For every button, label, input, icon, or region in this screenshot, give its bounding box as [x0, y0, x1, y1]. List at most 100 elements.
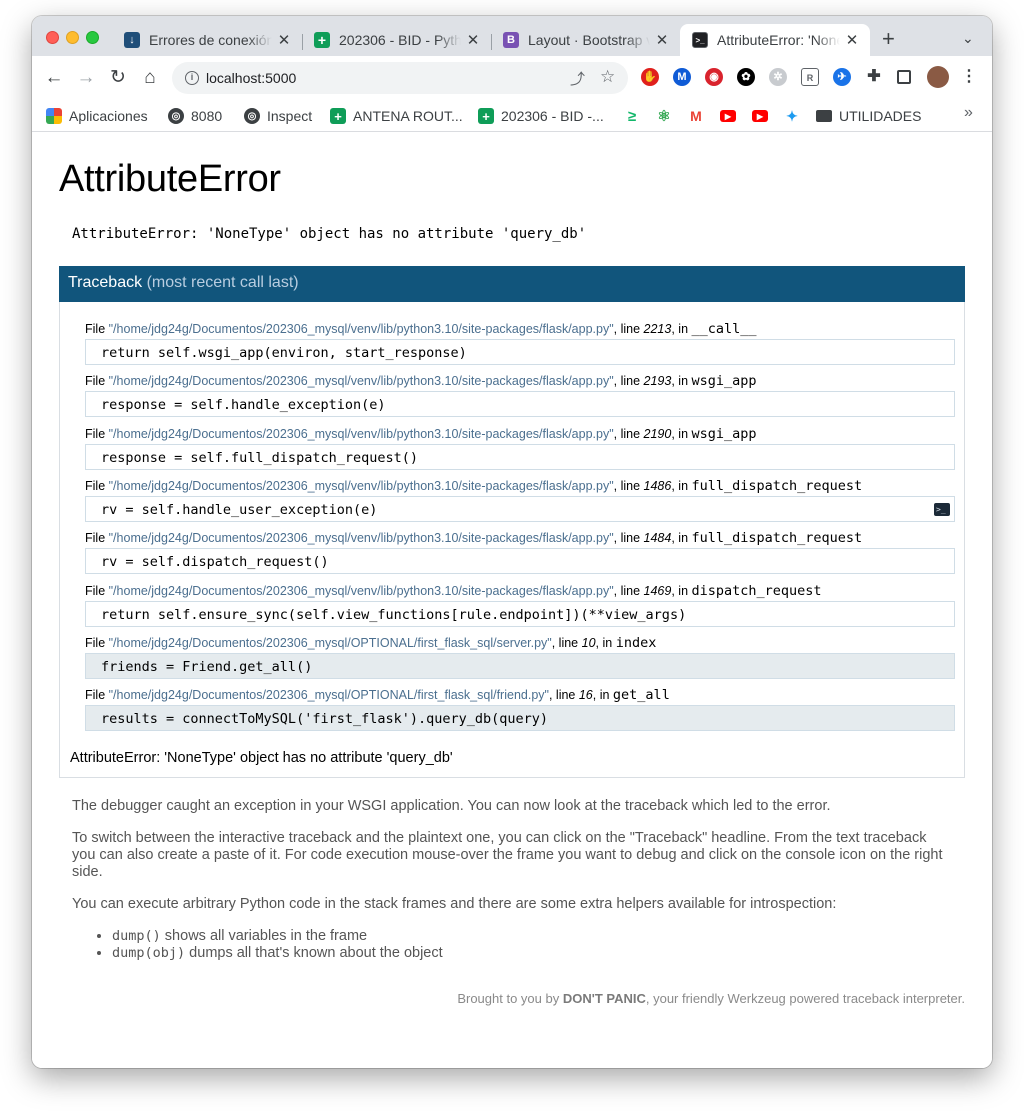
page-title: AttributeError [59, 158, 281, 200]
traceback-frame-app[interactable]: File "/home/jdg24g/Documentos/202306_mys… [85, 635, 955, 679]
frame-function: get_all [612, 687, 670, 703]
bookmark-antena[interactable]: + ANTENA ROUT... [330, 106, 463, 126]
frame-function: __call__ [691, 321, 757, 337]
terminal-icon: >_ [692, 32, 708, 48]
new-tab-button[interactable]: + [882, 28, 895, 50]
minimize-window-button[interactable] [66, 31, 79, 44]
frame-code[interactable]: friends = Friend.get_all() [85, 653, 955, 679]
traceback-title[interactable]: Traceback [68, 274, 142, 291]
bookmark-8080[interactable]: ◎ 8080 [168, 106, 222, 126]
frame-code-text: rv = self.handle_user_exception(e) [101, 502, 378, 518]
close-icon[interactable]: ✕ [276, 31, 292, 49]
bookmark-twitter[interactable]: ✦ [784, 106, 807, 126]
youtube-icon: ▶ [752, 110, 768, 122]
frame-path: "/home/jdg24g/Documentos/202306_mysql/ve… [108, 322, 614, 336]
close-icon[interactable]: ✕ [465, 31, 481, 49]
frame-line: 1486 [643, 479, 672, 493]
frame-code[interactable]: return self.wsgi_app(environ, start_resp… [85, 339, 955, 365]
explanation-paragraph: To switch between the interactive traceb… [72, 830, 943, 880]
bookmark-utilidades[interactable]: UTILIDADES [816, 106, 921, 126]
profile-avatar[interactable] [927, 66, 949, 88]
tab-errores[interactable]: ↓ Errores de conexión ✕ [112, 24, 302, 56]
twitter-icon: ✦ [786, 107, 798, 124]
footer-text: , your friendly Werkzeug powered traceba… [645, 991, 965, 1006]
reader-extension-icon[interactable]: R [801, 68, 819, 86]
frame-line: 1469 [643, 584, 672, 598]
footer: Brought to you by DON'T PANIC, your frie… [457, 991, 965, 1006]
address-bar[interactable]: i localhost:5000 ⤴ ☆ [172, 62, 628, 94]
frame-code[interactable]: rv = self.dispatch_request() [85, 548, 955, 574]
close-icon[interactable]: ✕ [844, 31, 860, 49]
gnome-icon[interactable]: ✿ [737, 68, 755, 86]
helper-text: shows all variables in the frame [160, 928, 368, 944]
adblock-icon[interactable]: ✋ [641, 68, 659, 86]
frame-location: File "/home/jdg24g/Documentos/202306_mys… [85, 373, 757, 389]
info-icon[interactable]: i [185, 71, 199, 85]
bookmark-react[interactable]: ⚛ [656, 106, 679, 126]
share-icon[interactable]: ⤴ [570, 68, 585, 89]
translate-extension-icon[interactable]: ✈ [833, 68, 851, 86]
bookmark-bid[interactable]: + 202306 - BID -... [478, 106, 604, 126]
frame-path: "/home/jdg24g/Documentos/202306_mysql/ve… [108, 584, 614, 598]
explanation-paragraph: The debugger caught an exception in your… [72, 798, 831, 814]
frame-code[interactable]: results = connectToMySQL('first_flask').… [85, 705, 955, 731]
helper-item: dump(obj) dumps all that's known about t… [112, 945, 952, 962]
address-url[interactable]: localhost:5000 [206, 70, 296, 86]
home-icon[interactable]: ⌂ [138, 66, 162, 90]
frame-function: wsgi_app [691, 426, 757, 442]
frame-line: 2213 [643, 322, 672, 336]
settings-extension-icon[interactable]: ✲ [769, 68, 787, 86]
frame-line: 2193 [643, 374, 672, 388]
frame-code[interactable]: response = self.handle_exception(e) [85, 391, 955, 417]
traceback-frame[interactable]: File "/home/jdg24g/Documentos/202306_mys… [85, 373, 955, 417]
sidepanel-icon[interactable] [897, 70, 911, 84]
close-icon[interactable]: ✕ [654, 31, 670, 49]
traceback-final-error: AttributeError: 'NoneType' object has no… [70, 750, 453, 766]
bookmark-inspect[interactable]: ◎ Inspect [244, 106, 312, 126]
bookmarks-overflow-icon[interactable]: » [964, 104, 973, 122]
frame-path: "/home/jdg24g/Documentos/202306_mysql/OP… [108, 636, 552, 650]
tab-attributeerror[interactable]: >_ AttributeError: 'None ✕ [680, 24, 870, 56]
extensions-puzzle-icon[interactable]: ✚ [865, 68, 883, 86]
frame-function: dispatch_request [691, 583, 822, 599]
bookmark-terminal[interactable]: ≥ [624, 106, 647, 126]
console-icon[interactable]: >_ [934, 503, 950, 516]
screencast-icon[interactable]: ◉ [705, 68, 723, 86]
tab-search-button[interactable]: ⌄ [962, 30, 974, 47]
tab-bid[interactable]: + 202306 - BID - Pyth ✕ [302, 24, 491, 56]
frame-code[interactable]: response = self.full_dispatch_request() [85, 444, 955, 470]
reload-icon[interactable]: ↻ [106, 66, 130, 90]
tab-title: Errores de conexión [149, 32, 272, 48]
malwarebytes-icon[interactable]: M [673, 68, 691, 86]
traceback-frame-app[interactable]: File "/home/jdg24g/Documentos/202306_mys… [85, 687, 955, 731]
close-window-button[interactable] [46, 31, 59, 44]
tab-bootstrap[interactable]: B Layout · Bootstrap v ✕ [491, 24, 680, 56]
bookmark-apps[interactable]: Aplicaciones [46, 106, 148, 126]
traceback-frame[interactable]: File "/home/jdg24g/Documentos/202306_mys… [85, 321, 955, 365]
fullscreen-window-button[interactable] [86, 31, 99, 44]
react-icon: ⚛ [657, 108, 671, 125]
traceback-header[interactable]: Traceback (most recent call last) [59, 266, 965, 302]
helper-code: dump(obj) [112, 945, 186, 961]
traceback-frame[interactable]: File "/home/jdg24g/Documentos/202306_mys… [85, 426, 955, 470]
apps-grid-icon [46, 108, 62, 124]
bookmark-youtube-2[interactable]: ▶ [752, 106, 775, 126]
tab-title: Layout · Bootstrap v [528, 32, 650, 48]
traceback-frame[interactable]: File "/home/jdg24g/Documentos/202306_mys… [85, 530, 955, 574]
menu-kebab-icon[interactable]: ⋮ [960, 68, 978, 86]
forward-icon[interactable]: → [74, 66, 98, 90]
bookmarks-bar: Aplicaciones ◎ 8080 ◎ Inspect + ANTENA R… [32, 100, 992, 132]
youtube-icon: ▶ [720, 110, 736, 122]
bookmark-gmail[interactable]: M [688, 106, 711, 126]
frame-code[interactable]: return self.ensure_sync(self.view_functi… [85, 601, 955, 627]
traceback-frame[interactable]: File "/home/jdg24g/Documentos/202306_mys… [85, 583, 955, 627]
bookmark-star-icon[interactable]: ☆ [600, 67, 615, 87]
bookmark-label: 202306 - BID -... [501, 108, 604, 124]
back-icon[interactable]: ← [42, 66, 66, 90]
frame-line: 16 [578, 688, 593, 702]
sheets-icon: + [314, 32, 330, 48]
traceback-frame[interactable]: File "/home/jdg24g/Documentos/202306_mys… [85, 478, 955, 522]
bookmark-youtube-1[interactable]: ▶ [720, 106, 743, 126]
frame-code[interactable]: rv = self.handle_user_exception(e) >_ [85, 496, 955, 522]
bookmark-label: Aplicaciones [69, 108, 148, 124]
